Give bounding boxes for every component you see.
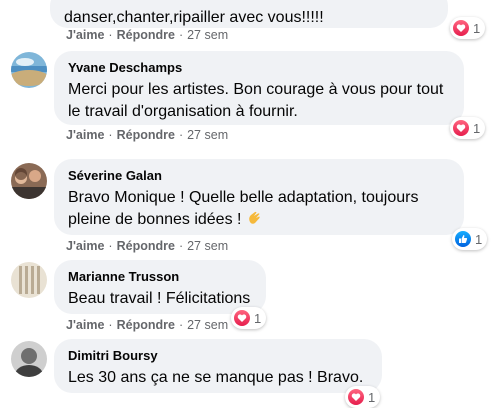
- comment-actions: J'aime · Répondre · 27 sem: [66, 28, 229, 42]
- comment-text: danser,chanter,ripailler avec vous!!!!!: [64, 9, 324, 26]
- reply-link[interactable]: Répondre: [117, 128, 175, 142]
- reaction-badge[interactable]: 1: [450, 117, 486, 139]
- comment-actions: J'aime · Répondre · 27 sem: [66, 128, 229, 142]
- comment-bubble: Séverine Galan Bravo Monique ! Quelle be…: [54, 159, 464, 235]
- timestamp[interactable]: 27 sem: [187, 239, 228, 253]
- comment-author[interactable]: Séverine Galan: [68, 168, 450, 184]
- reply-link[interactable]: Répondre: [117, 239, 175, 253]
- like-link[interactable]: J'aime: [66, 128, 104, 142]
- timestamp[interactable]: 27 sem: [187, 318, 228, 332]
- reaction-count: 1: [254, 310, 262, 326]
- avatar[interactable]: [11, 262, 47, 298]
- comment-actions: J'aime · Répondre · 27 sem: [66, 239, 229, 253]
- reaction-count: 1: [475, 231, 483, 247]
- clapping-hands-icon: [246, 210, 262, 226]
- comment-author[interactable]: Dimitri Boursy: [68, 348, 368, 364]
- reaction-badge[interactable]: 1: [450, 17, 486, 39]
- heart-icon: [234, 310, 250, 326]
- comment-text: Beau travail ! Félicitations: [68, 290, 251, 307]
- reply-link[interactable]: Répondre: [117, 28, 175, 42]
- comment-actions: J'aime · Répondre · 27 sem: [66, 318, 229, 332]
- reply-link[interactable]: Répondre: [117, 318, 175, 332]
- like-link[interactable]: J'aime: [66, 318, 104, 332]
- comment-bubble: danser,chanter,ripailler avec vous!!!!!: [50, 0, 448, 28]
- timestamp[interactable]: 27 sem: [187, 128, 228, 142]
- heart-icon: [453, 20, 469, 36]
- comment-bubble: Marianne Trusson Beau travail ! Félicita…: [54, 260, 266, 314]
- comment-bubble: Dimitri Boursy Les 30 ans ça ne se manqu…: [54, 339, 382, 393]
- heart-icon: [453, 120, 469, 136]
- comment-text: Les 30 ans ça ne se manque pas ! Bravo.: [68, 369, 364, 386]
- comment-author[interactable]: Marianne Trusson: [68, 269, 252, 285]
- comment-text: Merci pour les artistes. Bon courage à v…: [68, 81, 444, 120]
- reaction-badge[interactable]: 1: [345, 386, 381, 408]
- avatar[interactable]: [11, 341, 47, 377]
- comment-bubble: Yvane Deschamps Merci pour les artistes.…: [54, 51, 464, 125]
- comment-author[interactable]: Yvane Deschamps: [68, 60, 450, 76]
- comment-text: Bravo Monique ! Quelle belle adaptation,…: [68, 189, 419, 228]
- like-link[interactable]: J'aime: [66, 28, 104, 42]
- reaction-count: 1: [368, 389, 376, 405]
- reaction-badge[interactable]: 1: [452, 228, 488, 250]
- avatar[interactable]: [11, 163, 47, 199]
- heart-icon: [348, 389, 364, 405]
- thumbs-up-icon: [455, 231, 471, 247]
- timestamp[interactable]: 27 sem: [187, 28, 228, 42]
- reaction-count: 1: [473, 20, 481, 36]
- avatar[interactable]: [11, 52, 47, 88]
- like-link[interactable]: J'aime: [66, 239, 104, 253]
- reaction-badge[interactable]: 1: [231, 307, 267, 329]
- reaction-count: 1: [473, 120, 481, 136]
